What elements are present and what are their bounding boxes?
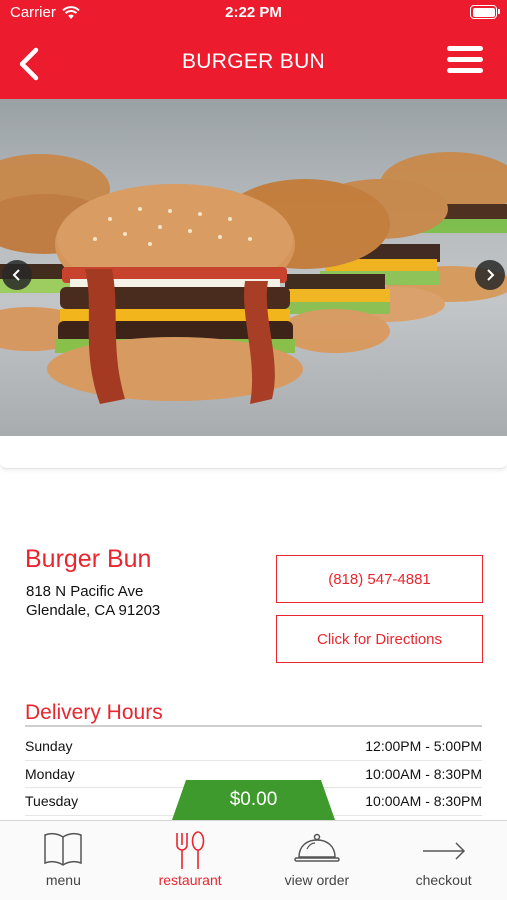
tab-view-order[interactable]: view order [254,821,381,900]
restaurant-name: Burger Bun [25,545,152,573]
tab-label: menu [45,872,81,888]
order-total: $0.00 [229,789,278,810]
cloche-icon [294,833,340,862]
hero-image-carousel[interactable] [0,99,507,436]
battery-icon [470,5,500,19]
hero-card-footer [0,436,507,469]
hours-time: 10:00AM - 8:30PM [365,793,482,809]
divider [25,725,482,727]
app-header: BURGER BUN [0,26,507,99]
hours-row: Sunday 12:00PM - 5:00PM [25,733,482,761]
tab-label: view order [284,872,350,888]
address-line-2: Glendale, CA 91203 [26,602,161,619]
burgers-photo [0,152,507,404]
bottom-tab-bar: menu restaurant view order checkout [0,820,507,900]
menu-bar [447,46,483,51]
hours-day: Sunday [25,738,73,754]
menu-bar [447,57,483,62]
status-time: 2:22 PM [225,4,282,21]
chevron-right-icon [487,269,495,281]
order-total-button[interactable]: $0.00 [172,780,335,820]
chevron-left-icon [12,269,20,281]
hours-day: Tuesday [25,793,79,809]
arrow-right-icon [422,842,465,860]
directions-button[interactable]: Click for Directions [276,615,483,663]
tab-checkout[interactable]: checkout [380,821,507,900]
tab-label: restaurant [158,872,222,888]
hours-day: Monday [25,765,75,782]
fork-knife-icon [176,831,205,869]
menu-bar [447,68,483,73]
tab-label: checkout [415,872,472,888]
hours-time: 12:00PM - 5:00PM [365,738,482,754]
tab-menu[interactable]: menu [0,821,127,900]
address-line-1: 818 N Pacific Ave [26,583,144,600]
hamburger-menu-button[interactable] [447,46,483,78]
book-icon [44,832,83,866]
delivery-hours-title: Delivery Hours [25,701,163,724]
carousel-next-button[interactable] [475,260,505,290]
hours-time: 10:00AM - 8:30PM [365,765,482,782]
status-bar: Carrier 2:22 PM [0,0,507,26]
page-title: BURGER BUN [181,50,326,73]
carousel-prev-button[interactable] [2,260,32,290]
tab-restaurant[interactable]: restaurant [127,821,254,900]
phone-button[interactable]: (818) 547-4881 [276,555,483,603]
